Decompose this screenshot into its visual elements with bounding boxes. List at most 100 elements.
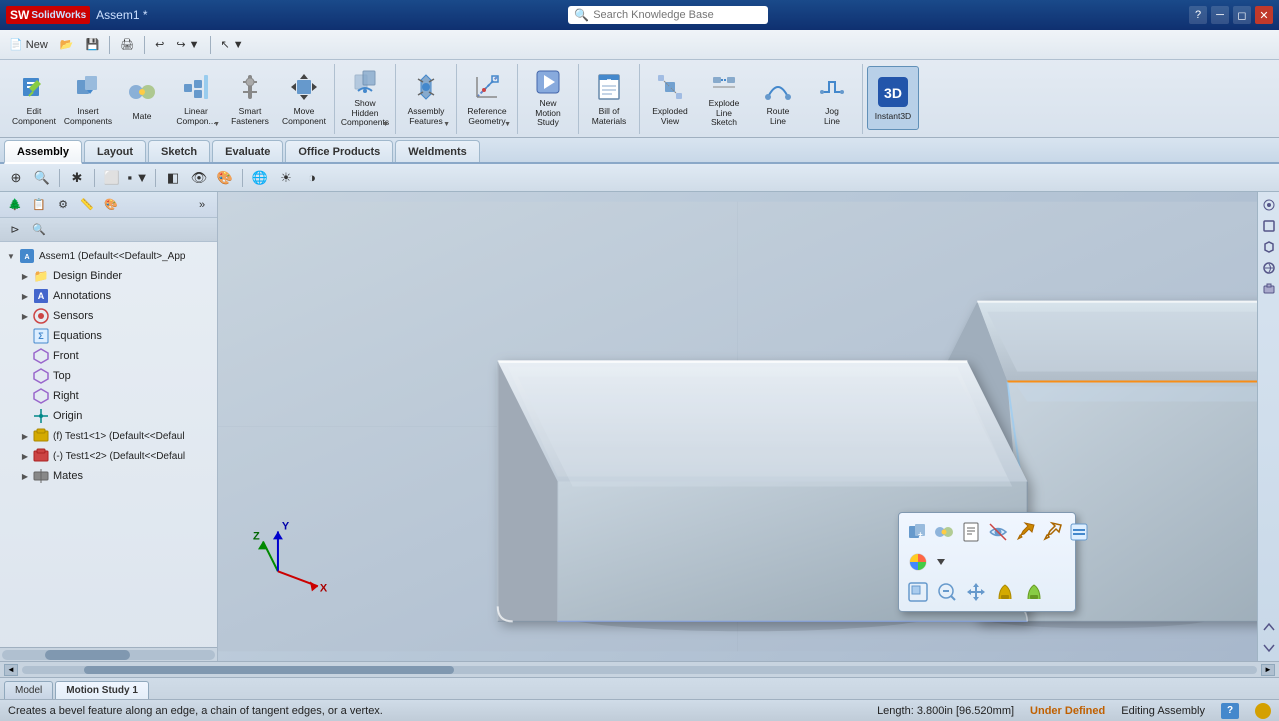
- panel-scrollbar[interactable]: [0, 647, 217, 661]
- tab-office-products[interactable]: Office Products: [285, 140, 393, 162]
- bottom-tab-model[interactable]: Model: [4, 681, 53, 699]
- tree-item-test1-1[interactable]: ▶ (f) Test1<1> (Default<<Defaul: [0, 426, 217, 446]
- redo-button[interactable]: ↪ ▼: [171, 34, 204, 56]
- dimxpert-button[interactable]: 📏: [76, 195, 98, 215]
- hide-show-button[interactable]: 👁: [187, 167, 211, 189]
- exploded-view-button[interactable]: ExplodedView: [644, 66, 696, 130]
- new-button[interactable]: 📄 New: [4, 34, 53, 56]
- linear-component-button[interactable]: LinearCompon... ▼: [170, 66, 222, 130]
- tree-item-test1-2[interactable]: ▶ (-) Test1<2> (Default<<Defaul: [0, 446, 217, 466]
- filter-button[interactable]: ⊳: [4, 220, 26, 240]
- ctx-hide[interactable]: [986, 519, 1010, 545]
- assembly-features-button[interactable]: AssemblyFeatures ▼: [400, 66, 452, 130]
- tree-item-front[interactable]: Front: [0, 346, 217, 366]
- explode-line-sketch-button[interactable]: ExplodeLineSketch: [698, 66, 750, 130]
- help-context-button[interactable]: ?: [1221, 703, 1239, 719]
- ctx-properties[interactable]: [959, 519, 983, 545]
- select-filter-button[interactable]: ✱: [65, 167, 89, 189]
- tab-layout[interactable]: Layout: [84, 140, 146, 162]
- expand-icon: ▶: [18, 452, 32, 461]
- display-manager-button[interactable]: 🎨: [100, 195, 122, 215]
- smart-fasteners-button[interactable]: SmartFasteners: [224, 66, 276, 130]
- view-orientation-button[interactable]: ⬜: [100, 167, 124, 189]
- scroll-left-button[interactable]: ◄: [4, 664, 18, 676]
- sidebar-top-btn-4[interactable]: [1260, 259, 1278, 277]
- tree-item-design-binder[interactable]: ▶ 📁 Design Binder: [0, 266, 217, 286]
- zoom-to-fit-button[interactable]: ⊕: [4, 167, 28, 189]
- instant3d-button[interactable]: 3D Instant3D: [867, 66, 919, 130]
- help-button[interactable]: ?: [1189, 6, 1207, 24]
- select-button[interactable]: ↖ ▼: [216, 34, 249, 56]
- ctx-add-component[interactable]: +: [905, 519, 929, 545]
- search-bar[interactable]: 🔍: [568, 6, 768, 24]
- ctx-colorize[interactable]: [905, 549, 931, 575]
- ctx-appearance1[interactable]: [992, 579, 1018, 605]
- sidebar-bottom-btn-1[interactable]: [1260, 618, 1278, 636]
- scrollbar-thumb[interactable]: [84, 666, 455, 674]
- sw-logo-button[interactable]: SW SolidWorks: [6, 6, 90, 24]
- scroll-right-button[interactable]: ►: [1261, 664, 1275, 676]
- tree-item-mates[interactable]: ▶ Mates: [0, 466, 217, 486]
- tree-item-annotations[interactable]: ▶ A Annotations: [0, 286, 217, 306]
- search-button[interactable]: 🔍: [28, 220, 50, 240]
- tab-weldments[interactable]: Weldments: [395, 140, 479, 162]
- tree-root[interactable]: ▼ A Assem1 (Default<<Default>_App: [0, 246, 217, 266]
- collapse-panel-button[interactable]: »: [191, 195, 213, 215]
- 3d-viewport[interactable]: Z Y X +: [218, 192, 1257, 661]
- zoom-in-button[interactable]: 🔍: [30, 167, 54, 189]
- ctx-mate[interactable]: [932, 519, 956, 545]
- insert-components-button[interactable]: InsertComponents: [62, 66, 114, 130]
- ctx-zoom-component[interactable]: [905, 579, 931, 605]
- configuration-manager-button[interactable]: ⚙: [52, 195, 74, 215]
- realview-button[interactable]: ☀: [274, 167, 298, 189]
- ctx-color-dropdown[interactable]: [934, 549, 948, 575]
- bottom-tab-motion-study-1[interactable]: Motion Study 1: [55, 681, 149, 699]
- mate-button[interactable]: Mate: [116, 66, 168, 130]
- horizontal-scrollbar[interactable]: ◄ ►: [0, 661, 1279, 677]
- sidebar-top-btn-1[interactable]: [1260, 196, 1278, 214]
- open-button[interactable]: 📂: [55, 34, 79, 56]
- undo-button[interactable]: ↩: [150, 34, 169, 56]
- move-component-button[interactable]: MoveComponent: [278, 66, 330, 130]
- minimize-button[interactable]: ─: [1211, 6, 1229, 24]
- scrollbar-thumb[interactable]: [45, 650, 130, 660]
- sidebar-top-btn-5[interactable]: [1260, 280, 1278, 298]
- shadows-button[interactable]: ◑: [300, 167, 324, 189]
- tab-sketch[interactable]: Sketch: [148, 140, 210, 162]
- route-line-button[interactable]: RouteLine: [752, 66, 804, 130]
- sidebar-top-btn-3[interactable]: [1260, 238, 1278, 256]
- ctx-zoom-out[interactable]: [934, 579, 960, 605]
- reference-geometry-button[interactable]: ReferenceGeometry ▼: [461, 66, 513, 130]
- search-input[interactable]: [593, 9, 753, 21]
- tree-item-equations[interactable]: Σ Equations: [0, 326, 217, 346]
- sidebar-bottom-btn-2[interactable]: [1260, 639, 1278, 657]
- ctx-float[interactable]: [1040, 519, 1064, 545]
- ctx-more[interactable]: [1067, 519, 1091, 545]
- property-manager-button[interactable]: 📋: [28, 195, 50, 215]
- new-motion-study-button[interactable]: NewMotion Study: [522, 66, 574, 130]
- close-button[interactable]: ✕: [1255, 6, 1273, 24]
- tree-item-right[interactable]: Right: [0, 386, 217, 406]
- scene-button[interactable]: 🌐: [248, 167, 272, 189]
- tree-item-origin[interactable]: Origin: [0, 406, 217, 426]
- display-style-button[interactable]: ▪ ▼: [126, 167, 150, 189]
- tree-item-top[interactable]: Top: [0, 366, 217, 386]
- ctx-move[interactable]: [963, 579, 989, 605]
- feature-manager-button[interactable]: 🌲: [4, 195, 26, 215]
- appearance-button[interactable]: 🎨: [213, 167, 237, 189]
- bill-of-materials-button[interactable]: Bill ofMaterials: [583, 66, 635, 130]
- show-hidden-button[interactable]: ShowHiddenComponents ▼: [339, 66, 391, 130]
- ctx-appearance2[interactable]: [1021, 579, 1047, 605]
- print-button[interactable]: 🖨: [115, 34, 139, 56]
- save-button[interactable]: 💾: [80, 34, 104, 56]
- jog-line-button[interactable]: JogLine: [806, 66, 858, 130]
- tree-item-sensors[interactable]: ▶ Sensors: [0, 306, 217, 326]
- sidebar-top-btn-2[interactable]: [1260, 217, 1278, 235]
- section-view-button[interactable]: ◧: [161, 167, 185, 189]
- edit-component-button[interactable]: EditComponent: [8, 66, 60, 130]
- restore-button[interactable]: ◻: [1233, 6, 1251, 24]
- tab-evaluate[interactable]: Evaluate: [212, 140, 283, 162]
- ctx-fix[interactable]: [1013, 519, 1037, 545]
- feature-manager-panel: 🌲 📋 ⚙ 📏 🎨 » ⊳ 🔍 ▼ A Assem1 (Default<<Def…: [0, 192, 218, 661]
- tab-assembly[interactable]: Assembly: [4, 140, 82, 164]
